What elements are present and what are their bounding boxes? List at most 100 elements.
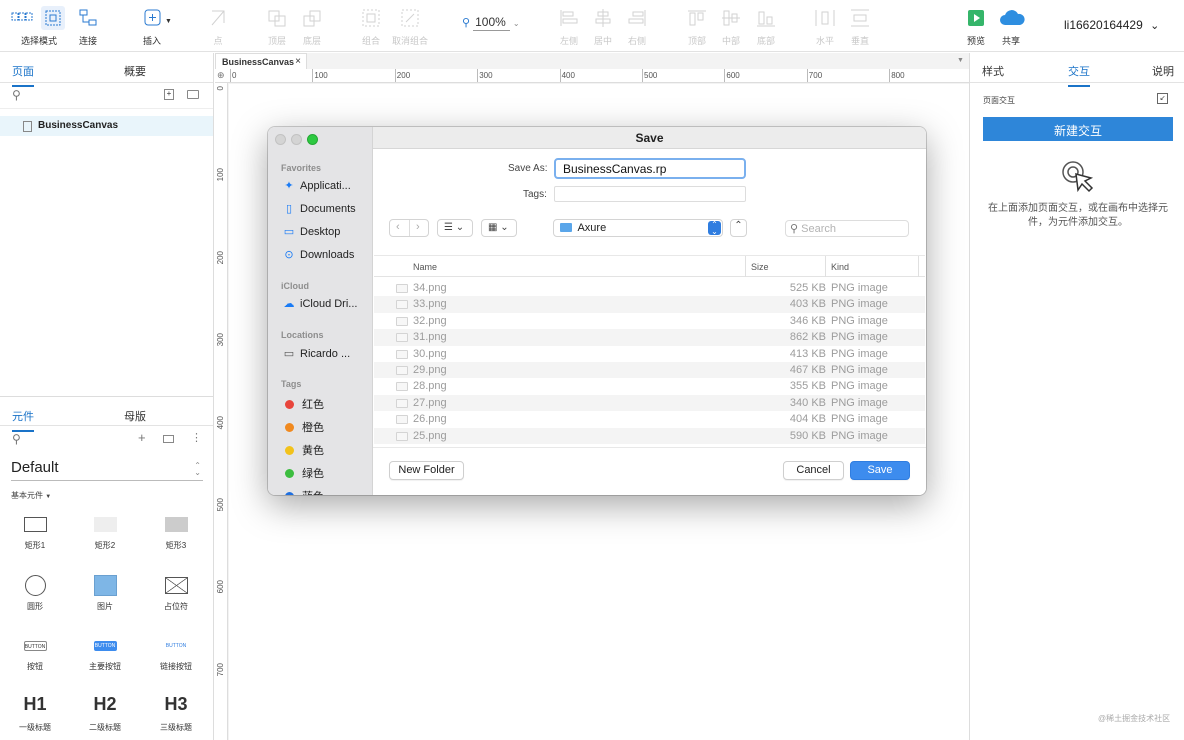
widget-label: 链接按钮	[160, 662, 192, 671]
zoom-control[interactable]: ⚲ 100% ⌄	[462, 15, 520, 31]
share-button[interactable]: 共享	[989, 8, 1033, 47]
widget-item[interactable]: BUTTON 按钮	[5, 633, 65, 672]
chevron-left-icon[interactable]: ‹	[396, 221, 400, 233]
section-basic-widgets[interactable]: 基本元件 ▼	[11, 490, 51, 501]
list-view-button[interactable]: ☰ ⌄	[437, 219, 473, 237]
file-row[interactable]: 28.png 355 KB PNG image	[374, 378, 925, 394]
library-select[interactable]: Default ⌃ ⌄	[11, 459, 203, 481]
file-row[interactable]: 27.png 340 KB PNG image	[374, 394, 925, 412]
cancel-button[interactable]: Cancel	[783, 461, 844, 480]
sidebar-item-tag[interactable]: 红色	[282, 396, 367, 412]
applications-icon: ✦	[284, 180, 294, 192]
file-row[interactable]: 25.png 590 KB PNG image	[374, 427, 925, 444]
column-kind[interactable]: Kind	[831, 262, 849, 272]
chevron-right-icon[interactable]: ›	[416, 221, 420, 233]
distribute-vertical-button[interactable]: 垂直	[838, 8, 882, 47]
tab-menu-chevron-icon[interactable]: ▼	[957, 57, 964, 64]
connect-button[interactable]: 连接	[66, 8, 110, 47]
more-icon[interactable]: ⋮	[191, 431, 202, 444]
tab-widgets[interactable]: 元件	[12, 408, 34, 432]
widget-item[interactable]: 占位符	[146, 572, 206, 612]
widget-item[interactable]: 矩形1	[5, 511, 65, 551]
ruler-tick-label: 300	[216, 333, 225, 347]
grid-view-button[interactable]: ▦ ⌄	[481, 219, 517, 237]
sidebar-item-computer[interactable]: ▭ Ricardo ...	[282, 347, 367, 360]
file-name: 32.png	[413, 314, 447, 327]
file-name: 33.png	[413, 298, 447, 311]
file-row[interactable]: 34.png 525 KB PNG image	[374, 280, 925, 296]
chevron-down-icon[interactable]: ▼	[165, 18, 172, 25]
add-folder-icon[interactable]	[187, 90, 199, 99]
save-button[interactable]: Save	[850, 461, 910, 480]
user-account-menu[interactable]: li16620164429 ⌄	[1064, 18, 1159, 32]
tag-label: 红色	[302, 399, 324, 411]
library-icon[interactable]	[163, 435, 174, 443]
search-field[interactable]: ⚲ Search	[785, 220, 909, 237]
ruler-tick-label: 800	[891, 71, 905, 80]
widget-item[interactable]: 矩形2	[75, 511, 135, 551]
expand-icon[interactable]: ↙	[1157, 93, 1168, 104]
align-bottom-button[interactable]: 底部	[744, 8, 788, 47]
sidebar-item-tag[interactable]: 绿色	[282, 465, 367, 481]
zoom-window-button[interactable]	[307, 134, 318, 145]
tab-masters[interactable]: 母版	[124, 408, 146, 424]
new-folder-button[interactable]: New Folder	[389, 461, 464, 480]
tab-pages[interactable]: 页面	[12, 63, 34, 87]
ruler-origin-icon[interactable]: ⊕	[217, 70, 225, 81]
tab-style[interactable]: 样式	[982, 63, 1004, 79]
new-interaction-button[interactable]: 新建交互	[983, 117, 1173, 141]
insert-button[interactable]: 插入	[130, 8, 174, 47]
ruler-tick-label: 200	[216, 250, 225, 265]
widget-item[interactable]: H2 二级标题	[75, 694, 135, 733]
sidebar-item-tag[interactable]: 黄色	[282, 442, 367, 458]
widget-item[interactable]: H1 一级标题	[5, 694, 65, 733]
sidebar-item-favorite[interactable]: ▯ Documents	[282, 202, 367, 215]
minimize-window-button[interactable]	[291, 134, 302, 145]
widget-item[interactable]: BUTTON 链接按钮	[146, 633, 206, 672]
ruler-tick-label: 700	[216, 662, 225, 677]
widget-item[interactable]: BUTTON 主要按钮	[75, 633, 135, 672]
tags-heading: Tags	[281, 379, 302, 389]
save-as-input[interactable]	[554, 158, 746, 179]
document-tab[interactable]: BusinessCanvas ×	[215, 53, 307, 69]
tab-interaction[interactable]: 交互	[1068, 63, 1090, 87]
add-page-icon[interactable]: +	[164, 89, 174, 100]
close-icon[interactable]: ×	[295, 56, 301, 67]
widget-item[interactable]: 矩形3	[146, 511, 206, 551]
sidebar-item-favorite[interactable]: ▭ Desktop	[282, 225, 367, 238]
search-icon[interactable]: ⚲	[12, 88, 21, 102]
tags-input[interactable]	[554, 186, 746, 202]
location-select[interactable]: Axure ⌃ ⌄	[553, 219, 723, 237]
sidebar-item-tag[interactable]: 橙色	[282, 419, 367, 435]
file-row[interactable]: 33.png 403 KB PNG image	[374, 296, 925, 313]
widget-item[interactable]: 圆形	[5, 572, 65, 612]
file-row[interactable]: 30.png 413 KB PNG image	[374, 346, 925, 362]
add-library-icon[interactable]: +	[138, 430, 146, 445]
sidebar-item-favorite[interactable]: ✦ Applicati...	[282, 179, 367, 192]
tab-outline[interactable]: 概要	[124, 63, 146, 79]
page-item-businesscanvas[interactable]: BusinessCanvas	[0, 116, 213, 136]
column-name[interactable]: Name	[413, 262, 437, 272]
file-row[interactable]: 29.png 467 KB PNG image	[374, 362, 925, 379]
ungroup-button[interactable]: 取消组合	[388, 8, 432, 47]
widget-item[interactable]: H3 三级标题	[146, 694, 206, 733]
widget-item[interactable]: 图片	[75, 572, 135, 612]
expand-collapse-button[interactable]: ⌃	[730, 219, 747, 237]
back-forward-control[interactable]: ‹ ›	[389, 219, 429, 237]
file-row[interactable]: 32.png 346 KB PNG image	[374, 313, 925, 329]
sidebar-item-tag[interactable]: 蓝色	[282, 488, 367, 495]
column-size[interactable]: Size	[751, 262, 769, 272]
sidebar-item-favorite[interactable]: ⊙ Downloads	[282, 248, 367, 261]
sidebar-item-icloud[interactable]: ☁ iCloud Dri...	[282, 297, 367, 310]
send-to-bottom-button[interactable]: 底层	[290, 8, 334, 47]
point-button[interactable]: 点	[196, 8, 240, 47]
file-list-header: Name Size Kind	[374, 255, 925, 277]
file-row[interactable]: 26.png 404 KB PNG image	[374, 411, 925, 427]
close-window-button[interactable]	[275, 134, 286, 145]
file-row[interactable]: 31.png 862 KB PNG image	[374, 329, 925, 346]
search-icon[interactable]: ⚲	[12, 432, 21, 446]
tab-notes[interactable]: 说明	[1152, 63, 1174, 79]
group-button[interactable]: 组合	[349, 8, 393, 47]
align-right-button[interactable]: 右侧	[615, 8, 659, 47]
tag-color-dot-icon	[285, 446, 294, 455]
